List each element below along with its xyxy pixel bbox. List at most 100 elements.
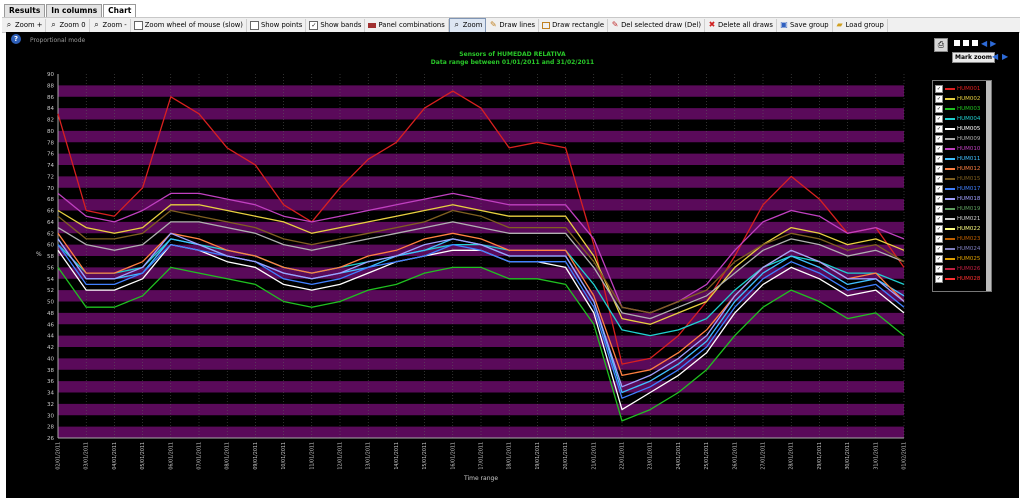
legend-item[interactable]: ✓ HUM026 [935,265,980,273]
legend-checkbox[interactable]: ✓ [935,145,943,153]
chart-panel: ? Proportional mode Sensors of HUMEDAD R… [6,32,1019,498]
delete-selected-draw-button[interactable]: ✎ Del selected draw (Del) [608,18,705,32]
x-axis-label: Time range [463,475,498,482]
print-icon[interactable]: ⎙ [934,38,948,52]
show-points-toggle[interactable]: Show points [247,18,307,32]
y-tick-label: 44 [47,334,54,340]
panel-combinations-button[interactable]: Panel combinations [365,18,449,32]
legend-checkbox[interactable]: ✓ [935,215,943,223]
arrow-right-icon[interactable]: ▶ [1002,53,1008,61]
y-tick-label: 58 [47,254,54,260]
legend-checkbox[interactable]: ✓ [935,255,943,263]
legend-item[interactable]: ✓ HUM017 [935,185,980,193]
legend-item[interactable]: ✓ HUM010 [935,145,980,153]
legend-checkbox[interactable]: ✓ [935,265,943,273]
legend-item[interactable]: ✓ HUM015 [935,175,980,183]
legend-item[interactable]: ✓ HUM018 [935,195,980,203]
arrow-left-icon[interactable]: ◀ [981,40,987,48]
legend-checkbox[interactable]: ✓ [935,195,943,203]
y-tick-label: 70 [47,186,54,192]
y-tick-label: 28 [47,425,54,431]
y-tick-label: 34 [47,391,54,397]
legend-scrollbar[interactable] [986,81,991,291]
legend-item[interactable]: ✓ HUM024 [935,245,980,253]
legend-label: HUM015 [957,176,981,182]
zoom-out-button[interactable]: ⌕ Zoom - [90,18,131,32]
x-tick-label: 02/01/2011 [56,442,62,470]
y-tick-label: 32 [47,402,54,408]
legend-item[interactable]: ✓ HUM002 [935,95,980,103]
y-tick-label: 78 [47,140,54,146]
legend-item[interactable]: ✓ HUM025 [935,255,980,263]
y-tick-label: 90 [47,72,54,78]
load-group-button[interactable]: ▰ Load group [833,18,888,32]
legend-label: HUM010 [957,146,981,152]
zoom-in-button[interactable]: ⌕ Zoom + [2,18,47,32]
legend-item[interactable]: ✓ HUM011 [935,155,980,163]
view-square-icon[interactable] [954,40,960,46]
arrow-left-icon[interactable]: ◀ [992,53,998,61]
legend-item[interactable]: ✓ HUM009 [935,135,980,143]
line-chart[interactable]: 26 28 30 32 34 36 38 40 42 44 46 48 50 52 54 56 58 60 62 64… [6,32,926,498]
legend-checkbox[interactable]: ✓ [935,275,943,283]
tab-chart[interactable]: Chart [103,4,137,17]
legend-checkbox[interactable]: ✓ [935,235,943,243]
legend-checkbox[interactable]: ✓ [935,175,943,183]
legend-checkbox[interactable]: ✓ [935,115,943,123]
legend-label: HUM019 [957,206,981,212]
legend-item[interactable]: ✓ HUM005 [935,125,980,133]
checkbox [133,20,143,30]
zoom-wheel-toggle[interactable]: Zoom wheel of mouse (slow) [131,18,247,32]
view-square-icon[interactable] [972,40,978,46]
draw-lines-button[interactable]: ✎ Draw lines [486,18,540,32]
legend-checkbox[interactable]: ✓ [935,155,943,163]
delete-all-draws-button[interactable]: ✖ Delete all draws [705,18,777,32]
tab-results[interactable]: Results [4,4,46,17]
legend-checkbox[interactable]: ✓ [935,205,943,213]
legend-label: HUM001 [957,86,981,92]
zoom-reset-button[interactable]: ⌕ Zoom 0 [46,18,90,32]
legend-item[interactable]: ✓ HUM028 [935,275,980,283]
legend-item[interactable]: ✓ HUM022 [935,225,980,233]
x-tick-label: 04/01/2011 [112,442,118,470]
zoom-mode-button[interactable]: ⌕ Zoom [448,17,487,33]
x-tick-label: 20/01/2011 [563,442,569,470]
legend-item[interactable]: ✓ HUM004 [935,115,980,123]
x-tick-label: 06/01/2011 [168,442,174,470]
legend-item[interactable]: ✓ HUM003 [935,105,980,113]
delete-icon: ✖ [708,20,716,29]
legend-item[interactable]: ✓ HUM023 [935,235,980,243]
legend-checkbox[interactable]: ✓ [935,95,943,103]
legend-item[interactable]: ✓ HUM021 [935,215,980,223]
legend-checkbox[interactable]: ✓ [935,245,943,253]
mark-zoom-button[interactable]: Mark zoom [952,52,996,63]
legend-item[interactable]: ✓ HUM001 [935,85,980,93]
legend-checkbox[interactable]: ✓ [935,135,943,143]
legend-swatch [945,218,955,220]
draw-rectangle-button[interactable]: Draw rectangle [539,18,609,32]
legend-swatch [945,268,955,270]
legend-checkbox[interactable]: ✓ [935,185,943,193]
tab-in-columns[interactable]: In columns [46,4,103,17]
legend-checkbox[interactable]: ✓ [935,85,943,93]
legend-swatch [945,108,955,110]
legend-checkbox[interactable]: ✓ [935,165,943,173]
y-tick-label: 76 [47,152,54,158]
checkbox: ✓ [309,20,319,30]
legend-checkbox[interactable]: ✓ [935,105,943,113]
save-group-button[interactable]: ▣ Save group [777,18,833,32]
y-tick-label: 52 [47,288,54,294]
series-legend: ✓ HUM001 ✓ HUM002 ✓ HUM003 ✓ HUM004 ✓ HUM005 ✓ HUM0… [932,80,992,292]
legend-label: HUM002 [957,96,981,102]
legend-item[interactable]: ✓ HUM012 [935,165,980,173]
legend-checkbox[interactable]: ✓ [935,225,943,233]
y-tick-label: 26 [47,436,54,442]
legend-item[interactable]: ✓ HUM019 [935,205,980,213]
view-square-icon[interactable] [963,40,969,46]
legend-checkbox[interactable]: ✓ [935,125,943,133]
y-tick-label: 42 [47,345,54,351]
legend-label: HUM009 [957,136,981,142]
show-bands-toggle[interactable]: ✓ Show bands [306,18,366,32]
legend-swatch [945,118,955,120]
arrow-right-icon[interactable]: ▶ [990,40,996,48]
